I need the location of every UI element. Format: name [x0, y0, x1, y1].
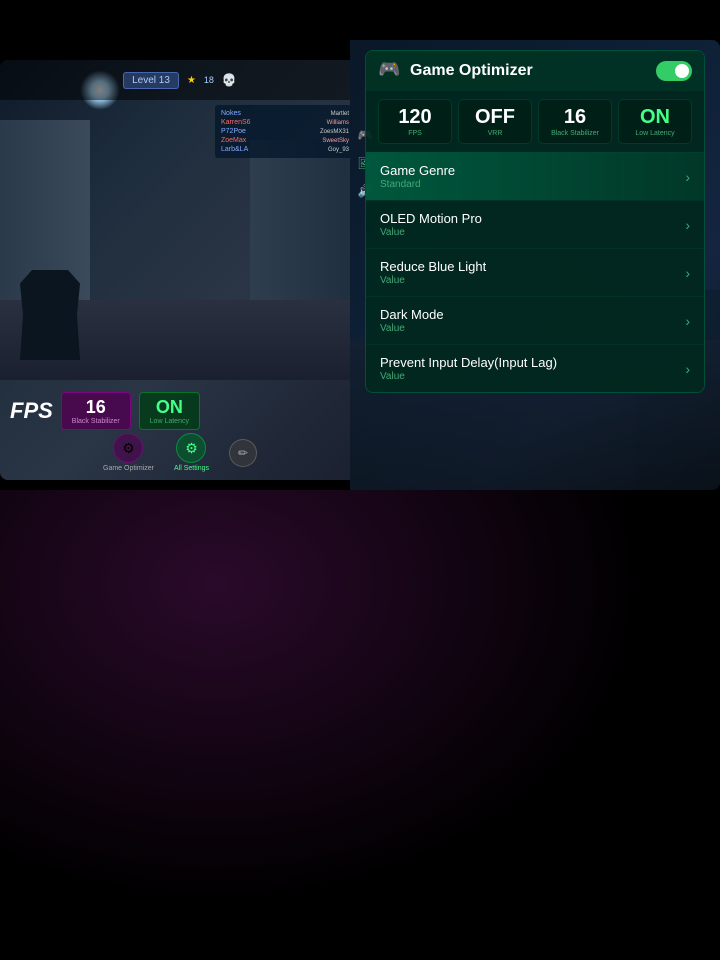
black-stab-stat-label: Black Stabilizer — [543, 130, 607, 137]
game-optimizer-icon-item[interactable]: ⚙ Game Optimizer — [103, 433, 154, 472]
all-settings-icon: ⚙ — [185, 440, 198, 457]
hud-top: Level 13 ★ 18 💀 — [0, 60, 360, 100]
player-row: ZoeMax SweetSky — [219, 136, 351, 145]
optimizer-title-area: 🎮 Game Optimizer — [378, 59, 533, 83]
game-genre-chevron: › — [685, 169, 690, 185]
optimizer-title: Game Optimizer — [410, 62, 533, 80]
low-latency-opt-label: Low Latency — [623, 130, 687, 137]
screen-area: Level 13 ★ 18 💀 Nokes Martlet KarrenS6 W… — [0, 0, 720, 490]
game-genre-title: Game Genre — [380, 163, 685, 178]
fps-stat-label: FPS — [383, 130, 447, 137]
toggle-knob — [675, 64, 689, 78]
soldier-silhouette — [20, 270, 80, 360]
player-weapon-5: Goy_93 — [328, 147, 349, 153]
star-icon: ★ — [187, 75, 196, 86]
black-stab-stat: 16 Black Stabilizer — [538, 99, 612, 144]
stats-bar: FPS 16 Black Stabilizer ON Low Latency — [0, 392, 360, 430]
menu-item-game-genre[interactable]: Game Genre Standard › — [366, 152, 704, 200]
optimizer-stats-row: 120 FPS OFF VRR 16 Black Stabilizer ON L… — [366, 91, 704, 152]
dark-mode-value: Value — [380, 323, 685, 334]
player-row: Nokes Martlet — [219, 109, 351, 118]
menu-item-dark-mode[interactable]: Dark Mode Value › — [366, 296, 704, 344]
optimizer-header: 🎮 Game Optimizer — [366, 51, 704, 91]
player-name-4: ZoeMax — [221, 137, 246, 144]
optimizer-toggle[interactable] — [656, 61, 692, 81]
game-controller-icon: 🎮 — [378, 59, 402, 83]
level-badge: Level 13 — [123, 72, 179, 89]
player-weapon-4: SweetSky — [322, 138, 349, 144]
vrr-stat-label: VRR — [463, 130, 527, 137]
right-screen: 🎮 🖼 🔊 🎮 Game Optimizer 120 FPS — [350, 40, 720, 490]
left-screen: Level 13 ★ 18 💀 Nokes Martlet KarrenS6 W… — [0, 60, 360, 480]
game-optimizer-circle[interactable]: ⚙ — [113, 433, 143, 463]
fps-label: FPS — [10, 398, 53, 424]
low-latency-opt-stat: ON Low Latency — [618, 99, 692, 144]
edit-button[interactable]: ✏ — [229, 439, 257, 467]
low-latency-stat: ON Low Latency — [139, 392, 200, 430]
player-name-5: Larb&LA — [221, 146, 248, 153]
oled-motion-chevron: › — [685, 217, 690, 233]
black-stabilizer-stat: 16 Black Stabilizer — [61, 392, 131, 430]
menu-item-oled-text: OLED Motion Pro Value — [380, 211, 685, 238]
fps-stat: 120 FPS — [378, 99, 452, 144]
input-delay-chevron: › — [685, 361, 690, 377]
player-row: KarrenS6 Williams — [219, 118, 351, 127]
all-settings-circle[interactable]: ⚙ — [176, 433, 206, 463]
menu-item-blue-light-text: Reduce Blue Light Value — [380, 259, 685, 286]
reduce-blue-light-value: Value — [380, 275, 685, 286]
bottom-icons: ⚙ Game Optimizer ⚙ All Settings ✏ — [0, 433, 360, 472]
low-latency-label: Low Latency — [150, 418, 189, 425]
fps-stat-value: 120 — [383, 106, 447, 129]
player-weapon-3: ZoesMX31 — [320, 129, 349, 135]
player-list: Nokes Martlet KarrenS6 Williams P72Poe Z… — [215, 105, 355, 158]
input-delay-title: Prevent Input Delay(Input Lag) — [380, 355, 685, 370]
menu-item-game-genre-text: Game Genre Standard — [380, 163, 685, 190]
game-genre-value: Standard — [380, 179, 685, 190]
player-name-3: P72Poe — [221, 128, 246, 135]
vrr-stat-value: OFF — [463, 106, 527, 129]
game-optimizer-label: Game Optimizer — [103, 465, 154, 472]
menu-item-input-delay-text: Prevent Input Delay(Input Lag) Value — [380, 355, 685, 382]
black-stabilizer-value: 16 — [72, 397, 120, 418]
all-settings-icon-item[interactable]: ⚙ All Settings — [174, 433, 209, 472]
black-stab-stat-value: 16 — [543, 106, 607, 129]
player-name-1: Nokes — [221, 110, 241, 117]
low-latency-value: ON — [150, 397, 189, 418]
player-weapon-2: Williams — [327, 120, 349, 126]
player-row: Larb&LA Goy_93 — [219, 145, 351, 154]
reduce-blue-light-chevron: › — [685, 265, 690, 281]
reduce-blue-light-title: Reduce Blue Light — [380, 259, 685, 274]
player-weapon-1: Martlet — [331, 111, 349, 117]
dark-mode-chevron: › — [685, 313, 690, 329]
black-stabilizer-label: Black Stabilizer — [72, 418, 120, 425]
game-optimizer-icon: ⚙ — [122, 440, 135, 457]
all-settings-label: All Settings — [174, 465, 209, 472]
player-row: P72Poe ZoesMX31 — [219, 127, 351, 136]
optimizer-panel: 🎮 Game Optimizer 120 FPS OFF VRR 1 — [365, 50, 705, 393]
menu-item-dark-mode-text: Dark Mode Value — [380, 307, 685, 334]
low-latency-opt-value: ON — [623, 106, 687, 129]
bottom-area — [0, 490, 720, 960]
edit-icon: ✏ — [238, 446, 248, 460]
skull-icon: 💀 — [222, 73, 237, 87]
oled-motion-value: Value — [380, 227, 685, 238]
player-name-2: KarrenS6 — [221, 119, 251, 126]
input-delay-value: Value — [380, 371, 685, 382]
menu-item-input-delay[interactable]: Prevent Input Delay(Input Lag) Value › — [366, 344, 704, 392]
dark-mode-title: Dark Mode — [380, 307, 685, 322]
oled-motion-title: OLED Motion Pro — [380, 211, 685, 226]
vrr-stat: OFF VRR — [458, 99, 532, 144]
menu-item-reduce-blue-light[interactable]: Reduce Blue Light Value › — [366, 248, 704, 296]
menu-item-oled-motion[interactable]: OLED Motion Pro Value › — [366, 200, 704, 248]
star-count: 18 — [204, 75, 214, 85]
